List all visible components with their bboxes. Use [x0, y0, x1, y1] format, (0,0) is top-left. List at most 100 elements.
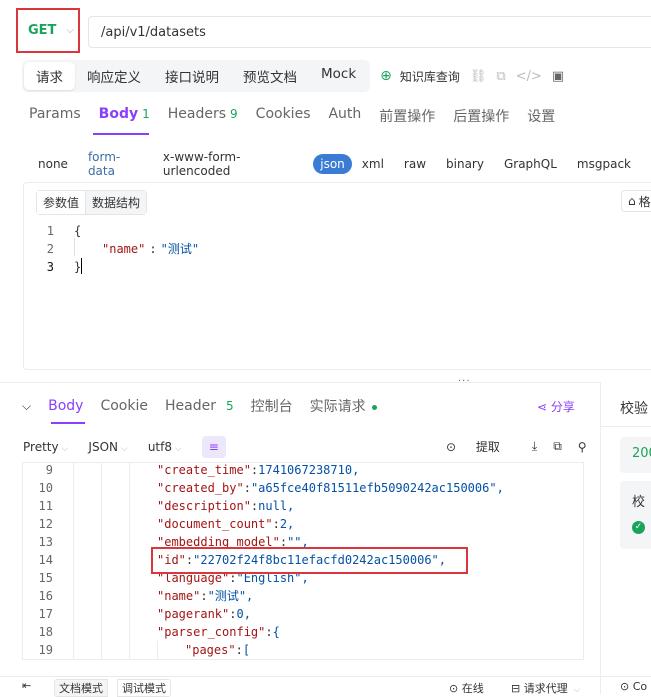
drag-handle-icon[interactable]: ··· — [458, 376, 471, 387]
colon: : — [235, 643, 243, 657]
code-line: 1{ — [24, 222, 199, 240]
tab-console[interactable]: 控制台 — [251, 396, 293, 416]
check-card: 校 ✓ — [620, 481, 651, 549]
tab-response-header[interactable]: Header 5 — [165, 398, 234, 414]
tab-cookies[interactable]: Cookies — [256, 106, 311, 126]
tab-response-body[interactable]: Body — [48, 398, 83, 414]
code-text: } — [74, 260, 82, 274]
format-label: JSON — [88, 440, 118, 454]
copy-icon[interactable]: ⧉ — [553, 439, 562, 454]
panel-divider — [600, 426, 651, 427]
format-icon: ⌂ — [628, 194, 636, 208]
method-label: GET — [28, 23, 57, 38]
code-line: 3} — [24, 258, 199, 276]
line-number: 11 — [38, 499, 53, 513]
proxy-label: 请求代理 — [523, 682, 568, 695]
code-value: 1741067238710, — [258, 463, 360, 477]
code-line: 11 "description": null, — [23, 497, 504, 515]
code-line: 10 "created_by": "a65fce40f81511efb509024… — [23, 479, 504, 497]
link-icon[interactable]: ⛓ — [470, 69, 487, 84]
active-tab-indicator — [93, 133, 149, 135]
tab-params[interactable]: Params — [29, 106, 81, 126]
tab-auth[interactable]: Auth — [328, 106, 361, 126]
line-number: 13 — [38, 535, 53, 549]
tab-request[interactable]: 请求 — [24, 62, 75, 90]
code-value: 0, — [236, 607, 251, 621]
body-type-json[interactable]: json — [313, 154, 352, 174]
colon: : — [200, 589, 208, 603]
tab-response-header-label: Header — [164, 398, 216, 414]
code-line: 12 "document_count": 2, — [23, 515, 504, 533]
cookie-button[interactable]: ⊙ Co — [620, 680, 647, 693]
code-value: "a65fce40f81511efb5090242ac150006", — [250, 481, 504, 495]
body-type-raw[interactable]: raw — [404, 157, 426, 171]
format-select[interactable]: JSON ⌵ — [88, 440, 127, 454]
body-type-none[interactable]: none — [38, 157, 68, 171]
line-number: 17 — [38, 607, 53, 621]
status-bar: ⇤ 文档模式 调试模式 ⊙ 在线 ⊟ 请求代理 ⌵ ⊙ Co — [0, 676, 651, 697]
tab-body-label: Body — [98, 106, 139, 122]
body-type-msgpack[interactable]: msgpack — [577, 157, 631, 171]
code-line: 16 "name": "测试", — [23, 587, 504, 605]
tab-preview-doc[interactable]: 预览文档 — [231, 62, 309, 90]
kb-query-button[interactable]: ⊕ 知识库查询 ⛓ ⧉ </> ▣ — [380, 68, 564, 85]
tab-param-values[interactable]: 参数值 — [37, 191, 87, 214]
vertical-divider[interactable] — [600, 382, 601, 694]
chevron-down-icon: ⌵ — [175, 444, 182, 454]
line-number: 9 — [45, 463, 53, 477]
format-label: 格 — [638, 194, 651, 209]
body-type-binary[interactable]: binary — [446, 157, 484, 171]
body-type-xml[interactable]: xml — [362, 157, 384, 171]
request-toolbar: 请求 响应定义 接口说明 预览文档 Mock ⊕ 知识库查询 ⛓ ⧉ </> ▣ — [22, 60, 564, 92]
body-type-urlencoded[interactable]: x-www-form-urlencoded — [163, 150, 297, 178]
line-number: 19 — [38, 643, 53, 657]
editor-code[interactable]: 1{ 2 "name": "测试" 3} — [24, 222, 199, 276]
method-select[interactable]: GET ⌵ — [16, 8, 80, 53]
line-number: 16 — [38, 589, 53, 603]
collapse-icon[interactable]: ⌵ — [22, 399, 31, 414]
share-icon: ⋖ — [537, 400, 551, 414]
body-type-selector: none form-data x-www-form-urlencoded jso… — [38, 150, 651, 178]
search-icon[interactable]: ⚲ — [578, 440, 587, 454]
code-key: "create_time" — [157, 463, 251, 477]
debug-mode-button[interactable]: 调试模式 — [117, 679, 171, 697]
editor-mode-tabs: 参数值 数据结构 — [36, 190, 148, 215]
pretty-label: Pretty — [23, 440, 59, 454]
tab-response-cookie[interactable]: Cookie — [100, 398, 148, 414]
split-divider[interactable] — [0, 382, 600, 383]
format-button[interactable]: ⌂ 格 — [621, 190, 651, 212]
code-line: 18 "parser_config": { — [23, 623, 504, 641]
wrap-lines-icon[interactable]: ≡ — [201, 436, 226, 458]
download-icon[interactable]: ⤓ — [532, 439, 537, 454]
chevron-down-icon: ⌵ — [61, 444, 69, 454]
body-type-graphql[interactable]: GraphQL — [504, 157, 557, 171]
indent-guide — [129, 463, 130, 659]
line-number: 10 — [38, 481, 53, 495]
pretty-select[interactable]: Pretty ⌵ — [23, 440, 68, 454]
code-line: 17 "pagerank": 0, — [23, 605, 504, 623]
share-button[interactable]: ⋖ 分享 — [537, 398, 575, 415]
tab-actual-request[interactable]: 实际请求 — [310, 396, 377, 416]
code-key: "document_count" — [157, 517, 273, 531]
tab-response-def[interactable]: 响应定义 — [75, 62, 153, 90]
copy-icon[interactable]: ⧉ — [496, 69, 505, 84]
doc-mode-button[interactable]: 文档模式 — [54, 679, 108, 697]
code-key: "name" — [157, 589, 201, 603]
tab-pre-ops[interactable]: 前置操作 — [379, 106, 435, 126]
tab-mock[interactable]: Mock — [309, 62, 368, 90]
status-card: 200 — [620, 437, 651, 473]
tab-post-ops[interactable]: 后置操作 — [453, 106, 509, 126]
collapse-left-icon[interactable]: ⇤ — [22, 679, 31, 692]
tab-settings[interactable]: 设置 — [527, 106, 555, 126]
tab-body[interactable]: Body 1 — [99, 106, 150, 126]
code-icon[interactable]: </> — [516, 69, 542, 84]
tab-api-desc[interactable]: 接口说明 — [153, 62, 231, 90]
line-number: 18 — [38, 625, 53, 639]
panel-icon[interactable]: ▣ — [552, 69, 564, 84]
url-input[interactable]: /api/v1/datasets — [88, 16, 651, 48]
encoding-select[interactable]: utf8 ⌵ — [148, 440, 182, 454]
extract-button[interactable]: ⊙ 提取 — [446, 438, 516, 455]
tab-headers[interactable]: Headers 9 — [168, 106, 238, 126]
body-type-form-data[interactable]: form-data — [88, 150, 143, 178]
tab-data-schema[interactable]: 数据结构 — [86, 191, 147, 214]
